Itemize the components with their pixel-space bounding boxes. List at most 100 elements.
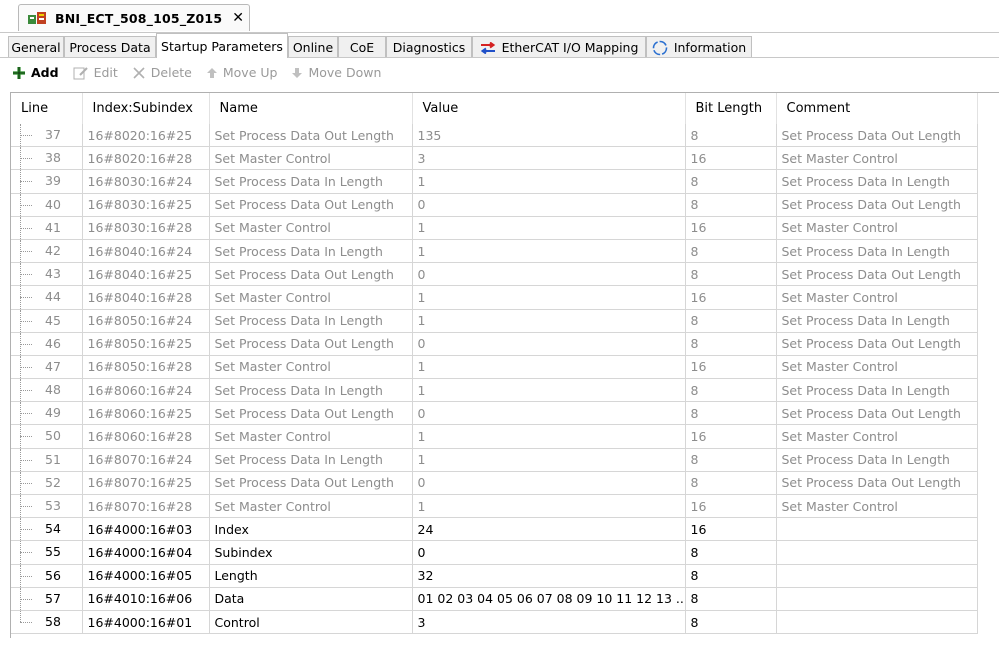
cell-index-subindex[interactable]: 16#8040:16#25 [82,262,210,287]
cell-index-subindex[interactable]: 16#8060:16#24 [82,378,210,403]
cell-name[interactable]: Set Master Control [209,494,413,519]
cell-bit-length[interactable]: 8 [685,193,777,217]
tab-diagnostics[interactable]: Diagnostics [386,36,472,58]
cell-index-subindex[interactable]: 16#8040:16#24 [82,239,210,264]
cell-index-subindex[interactable]: 16#8060:16#25 [82,401,210,426]
table-row[interactable]: 57 16#4010:16#06 Data 01 02 03 04 05 06 07 … [11,587,978,611]
cell-line[interactable]: 46 [11,332,83,356]
cell-value[interactable]: 32 [412,564,686,588]
cell-comment[interactable]: Set Process Data Out Length [776,193,978,217]
cell-name[interactable]: Set Process Data In Length [209,169,413,194]
tab-online[interactable]: Online [288,36,338,58]
cell-line[interactable]: 43 [11,262,83,287]
edit-button[interactable]: Edit [73,65,118,80]
table-row[interactable]: 40 16#8030:16#25 Set Process Data Out Leng… [11,193,978,217]
tab-startup-parameters[interactable]: Startup Parameters [156,33,288,58]
cell-bit-length[interactable]: 8 [685,378,777,403]
cell-index-subindex[interactable]: 16#8030:16#25 [82,193,210,217]
table-row[interactable]: 44 16#8040:16#28 Set Master Control 1 16 Set … [11,285,978,310]
cell-name[interactable]: Set Process Data Out Length [209,193,413,217]
cell-value[interactable]: 24 [412,517,686,542]
cell-line[interactable]: 55 [11,540,83,565]
table-row[interactable]: 39 16#8030:16#24 Set Process Data In Lengt… [11,169,978,194]
cell-name[interactable]: Set Process Data In Length [209,309,413,333]
tab-coe[interactable]: CoE [338,36,386,58]
cell-bit-length[interactable]: 16 [685,146,777,171]
cell-bit-length[interactable]: 16 [685,216,777,240]
move-up-button[interactable]: Move Up [206,65,277,80]
cell-bit-length[interactable]: 8 [685,471,777,496]
cell-comment[interactable]: Set Process Data In Length [776,169,978,194]
cell-value[interactable]: 1 [412,239,686,264]
table-row[interactable]: 41 16#8030:16#28 Set Master Control 1 16 Set … [11,216,978,240]
tab-information[interactable]: Information [646,36,752,58]
cell-comment[interactable]: Set Master Control [776,285,978,310]
cell-bit-length[interactable]: 8 [685,564,777,588]
column-header-value[interactable]: Value [412,93,686,124]
cell-name[interactable]: Index [209,517,413,542]
table-row[interactable]: 43 16#8040:16#25 Set Process Data Out Leng… [11,262,978,287]
cell-line[interactable]: 38 [11,146,83,171]
table-row[interactable]: 45 16#8050:16#24 Set Process Data In Lengt… [11,309,978,333]
cell-bit-length[interactable]: 8 [685,169,777,194]
cell-index-subindex[interactable]: 16#8020:16#25 [82,124,210,148]
cell-bit-length[interactable]: 16 [685,285,777,310]
cell-bit-length[interactable]: 8 [685,239,777,264]
cell-bit-length[interactable]: 8 [685,610,777,635]
cell-name[interactable]: Data [209,587,413,611]
cell-comment[interactable] [776,587,978,611]
cell-line[interactable]: 42 [11,239,83,264]
cell-line[interactable]: 53 [11,494,83,519]
cell-comment[interactable]: Set Master Control [776,424,978,449]
table-row[interactable]: 55 16#4000:16#04 Subindex 0 8 [11,540,978,565]
cell-line[interactable]: 44 [11,285,83,310]
cell-line[interactable]: 50 [11,424,83,449]
move-down-button[interactable]: Move Down [291,65,381,80]
cell-bit-length[interactable]: 8 [685,587,777,611]
cell-comment[interactable]: Set Process Data Out Length [776,471,978,496]
table-row[interactable]: 38 16#8020:16#28 Set Master Control 3 16 Set … [11,146,978,171]
cell-name[interactable]: Set Process Data In Length [209,378,413,403]
cell-index-subindex[interactable]: 16#4000:16#04 [82,540,210,565]
table-row[interactable]: 49 16#8060:16#25 Set Process Data Out Leng… [11,401,978,426]
cell-bit-length[interactable]: 16 [685,424,777,449]
cell-value[interactable]: 0 [412,540,686,565]
table-row[interactable]: 46 16#8050:16#25 Set Process Data Out Leng… [11,332,978,356]
cell-name[interactable]: Control [209,610,413,635]
cell-name[interactable]: Set Master Control [209,216,413,240]
add-button[interactable]: Add [12,65,59,80]
cell-comment[interactable] [776,610,978,635]
cell-value[interactable]: 0 [412,193,686,217]
cell-bit-length[interactable]: 16 [685,494,777,519]
cell-name[interactable]: Set Process Data In Length [209,448,413,472]
table-row[interactable]: 37 16#8020:16#25 Set Process Data Out Leng… [11,124,978,148]
delete-button[interactable]: Delete [132,65,192,80]
cell-name[interactable]: Set Process Data Out Length [209,401,413,426]
cell-value[interactable]: 1 [412,216,686,240]
cell-name[interactable]: Subindex [209,540,413,565]
cell-index-subindex[interactable]: 16#8060:16#28 [82,424,210,449]
cell-value[interactable]: 01 02 03 04 05 06 07 08 09 10 11 12 13 .… [412,587,686,611]
cell-bit-length[interactable]: 8 [685,309,777,333]
cell-index-subindex[interactable]: 16#4010:16#06 [82,587,210,611]
cell-value[interactable]: 0 [412,471,686,496]
cell-line[interactable]: 45 [11,309,83,333]
cell-name[interactable]: Set Process Data Out Length [209,262,413,287]
cell-index-subindex[interactable]: 16#8020:16#28 [82,146,210,171]
cell-line[interactable]: 39 [11,169,83,194]
cell-index-subindex[interactable]: 16#8040:16#28 [82,285,210,310]
cell-bit-length[interactable]: 16 [685,517,777,542]
cell-comment[interactable]: Set Master Control [776,216,978,240]
cell-comment[interactable] [776,517,978,542]
cell-line[interactable]: 52 [11,471,83,496]
cell-index-subindex[interactable]: 16#8050:16#28 [82,355,210,380]
cell-bit-length[interactable]: 8 [685,332,777,356]
cell-index-subindex[interactable]: 16#4000:16#05 [82,564,210,588]
cell-value[interactable]: 1 [412,355,686,380]
cell-comment[interactable] [776,564,978,588]
cell-bit-length[interactable]: 8 [685,401,777,426]
column-header-line[interactable]: Line [11,93,83,124]
cell-comment[interactable]: Set Master Control [776,146,978,171]
column-header-index-subindex[interactable]: Index:Subindex [82,93,210,124]
table-row[interactable]: 53 16#8070:16#28 Set Master Control 1 16 Set … [11,494,978,519]
